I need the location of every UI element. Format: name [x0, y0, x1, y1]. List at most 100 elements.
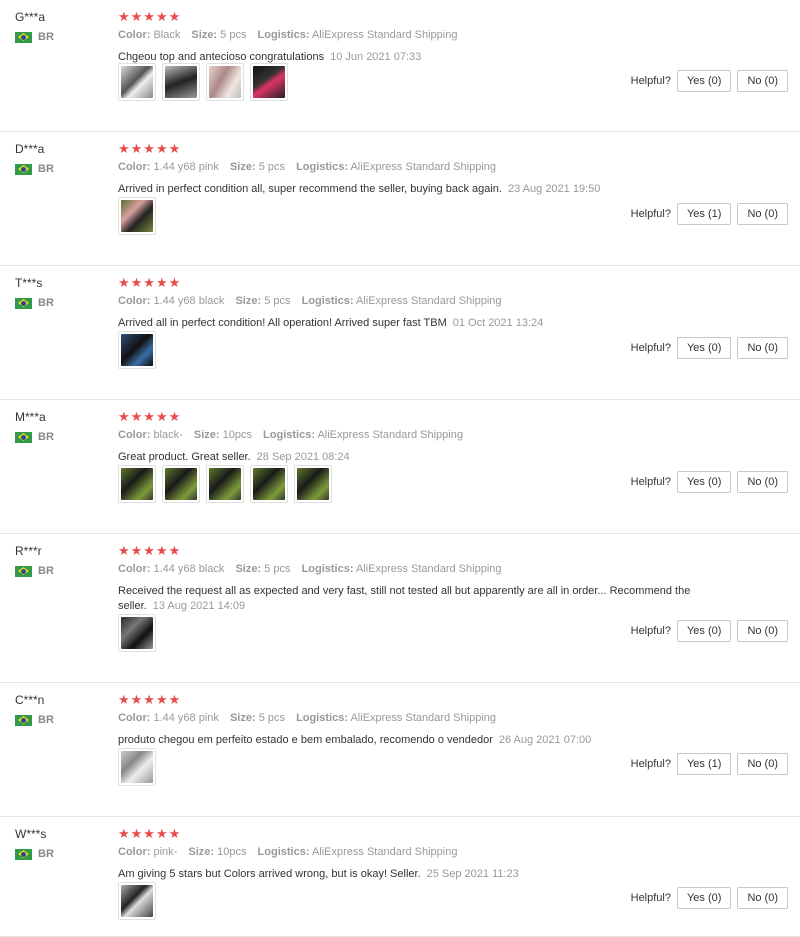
photo-image	[121, 468, 153, 500]
country-code: BR	[38, 714, 54, 726]
photo-image	[121, 334, 153, 366]
review-photo-thumbnail[interactable]	[162, 63, 200, 101]
review-body: produto chegou em perfeito estado e bem …	[118, 734, 493, 746]
helpful-no-button[interactable]: No (0)	[737, 203, 788, 225]
helpful-no-button[interactable]: No (0)	[737, 620, 788, 642]
review-photo-thumbnail[interactable]	[162, 465, 200, 503]
review-text: Great product. Great seller. 28 Sep 2021 …	[118, 450, 718, 465]
helpful-yes-button[interactable]: Yes (0)	[676, 620, 732, 642]
order-attributes: Color: 1.44 y68 pink Size: 5 pcs Logisti…	[118, 712, 790, 724]
reviewer-country: BR	[15, 848, 54, 860]
review-date: 13 Aug 2021 14:09	[152, 600, 246, 612]
logistics-label: Logistics:	[263, 429, 315, 441]
country-code: BR	[38, 565, 54, 577]
star-rating: ★★★★★	[118, 692, 182, 707]
helpful-label: Helpful?	[630, 75, 671, 87]
helpful-yes-button[interactable]: Yes (1)	[676, 203, 732, 225]
review-photo-thumbnail[interactable]	[250, 63, 288, 101]
review-text: produto chegou em perfeito estado e bem …	[118, 733, 718, 748]
review-item: W***s BR ★★★★★ Color: pink- Size: 10pcs …	[0, 817, 800, 937]
review-photo-thumbnail[interactable]	[118, 197, 156, 235]
photo-image	[165, 468, 197, 500]
review-content: ★★★★★ Color: pink- Size: 10pcs Logistics…	[118, 827, 790, 882]
color-value: black-	[153, 429, 183, 441]
review-content: ★★★★★ Color: 1.44 y68 pink Size: 5 pcs L…	[118, 693, 790, 748]
review-content: ★★★★★ Color: 1.44 y68 black Size: 5 pcs …	[118, 276, 790, 331]
size-value: 5 pcs	[258, 161, 285, 173]
size-value: 5 pcs	[264, 563, 291, 575]
reviewer-name: T***s	[15, 276, 43, 290]
helpful-no-button[interactable]: No (0)	[737, 887, 788, 909]
review-body: Arrived in perfect condition all, super …	[118, 183, 502, 195]
photo-image	[297, 468, 329, 500]
review-date: 28 Sep 2021 08:24	[256, 451, 350, 463]
brazil-flag-icon	[15, 565, 32, 577]
review-photo-thumbnail[interactable]	[118, 614, 156, 652]
reviewer: W***s BR	[15, 827, 54, 860]
logistics-value: AliExpress Standard Shipping	[355, 295, 502, 307]
review-photo-thumbnail[interactable]	[118, 882, 156, 920]
review-photo-thumbnail[interactable]	[250, 465, 288, 503]
logistics-label: Logistics:	[257, 846, 310, 858]
reviewer-name: C***n	[15, 693, 45, 707]
logistics-value: AliExpress Standard Shipping	[350, 712, 496, 724]
reviewer: R***r BR	[15, 544, 54, 577]
review-text: Arrived all in perfect condition! All op…	[118, 316, 718, 331]
review-photos	[118, 882, 156, 920]
review-item: R***r BR ★★★★★ Color: 1.44 y68 black Siz…	[0, 534, 800, 683]
size-label: Size:	[235, 295, 262, 307]
size-label: Size:	[191, 29, 218, 41]
review-body: Great product. Great seller.	[118, 451, 251, 463]
review-photo-thumbnail[interactable]	[118, 465, 156, 503]
helpful-yes-button[interactable]: Yes (0)	[676, 337, 732, 359]
review-photo-thumbnail[interactable]	[118, 748, 156, 786]
reviewer: M***a BR	[15, 410, 54, 443]
reviewer-country: BR	[15, 431, 54, 443]
review-photo-thumbnail[interactable]	[206, 63, 244, 101]
size-value: 10pcs	[222, 429, 252, 441]
logistics-label: Logistics:	[301, 295, 354, 307]
size-label: Size:	[229, 161, 256, 173]
star-rating: ★★★★★	[118, 275, 182, 290]
review-photo-thumbnail[interactable]	[294, 465, 332, 503]
review-photos	[118, 197, 156, 235]
photo-image	[121, 66, 153, 98]
reviewer-country: BR	[15, 163, 54, 175]
review-list: G***a BR ★★★★★ Color: Black Size: 5 pcs …	[0, 0, 800, 937]
order-attributes: Color: 1.44 y68 black Size: 5 pcs Logist…	[118, 563, 790, 575]
review-content: ★★★★★ Color: black- Size: 10pcs Logistic…	[118, 410, 790, 465]
color-label: Color:	[118, 846, 151, 858]
helpful-label: Helpful?	[630, 208, 671, 220]
helpful-yes-button[interactable]: Yes (0)	[676, 887, 732, 909]
reviewer-name: R***r	[15, 544, 42, 558]
helpful-yes-button[interactable]: Yes (0)	[676, 471, 732, 493]
reviewer-country: BR	[15, 565, 54, 577]
star-rating: ★★★★★	[118, 409, 182, 424]
color-value: 1.44 y68 pink	[153, 712, 219, 724]
color-label: Color:	[118, 29, 151, 41]
review-photos	[118, 748, 156, 786]
helpful-yes-button[interactable]: Yes (0)	[676, 70, 732, 92]
country-code: BR	[38, 297, 54, 309]
logistics-value: AliExpress Standard Shipping	[355, 563, 502, 575]
review-photo-thumbnail[interactable]	[118, 63, 156, 101]
review-body: Chgeou top and antecioso congratulations	[118, 51, 325, 63]
helpful-no-button[interactable]: No (0)	[737, 753, 788, 775]
color-label: Color:	[118, 563, 151, 575]
helpful-controls: Helpful? Yes (0) No (0)	[631, 70, 788, 92]
color-value: 1.44 y68 black	[153, 563, 225, 575]
review-date: 26 Aug 2021 07:00	[498, 734, 592, 746]
helpful-controls: Helpful? Yes (0) No (0)	[631, 471, 788, 493]
reviewer: C***n BR	[15, 693, 54, 726]
helpful-controls: Helpful? Yes (0) No (0)	[631, 337, 788, 359]
helpful-yes-button[interactable]: Yes (1)	[676, 753, 732, 775]
helpful-no-button[interactable]: No (0)	[737, 337, 788, 359]
review-photos	[118, 465, 332, 503]
review-photo-thumbnail[interactable]	[206, 465, 244, 503]
size-value: 5 pcs	[264, 295, 291, 307]
review-item: T***s BR ★★★★★ Color: 1.44 y68 black Siz…	[0, 266, 800, 400]
country-code: BR	[38, 163, 54, 175]
helpful-no-button[interactable]: No (0)	[737, 70, 788, 92]
helpful-no-button[interactable]: No (0)	[737, 471, 788, 493]
review-photo-thumbnail[interactable]	[118, 331, 156, 369]
